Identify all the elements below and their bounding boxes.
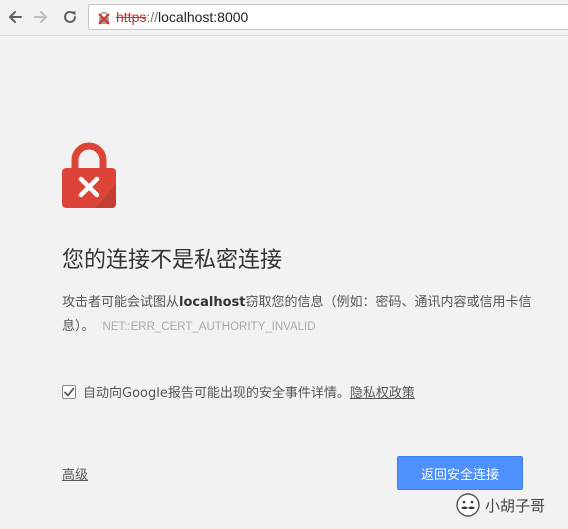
privacy-policy-link[interactable]: 隐私权政策 <box>350 382 415 401</box>
back-to-safety-button[interactable]: 返回安全连接 <box>397 456 523 490</box>
insecure-lock-icon[interactable] <box>97 10 111 25</box>
back-arrow-icon[interactable] <box>4 6 26 28</box>
error-description: 攻击者可能会试图从localhost窃取您的信息（例如：密码、通讯内容或信用卡信… <box>62 291 532 339</box>
watermark: 小胡子哥 <box>455 492 545 518</box>
advanced-link[interactable]: 高级 <box>62 464 88 483</box>
address-url: https://localhost:8000 <box>116 9 248 26</box>
address-bar[interactable]: https://localhost:8000 <box>88 4 568 30</box>
report-label: 自动向Google报告可能出现的安全事件详情。 <box>83 386 350 401</box>
description-prefix: 攻击者可能会试图从 <box>62 295 180 310</box>
page-title: 您的连接不是私密连接 <box>62 248 283 273</box>
error-code: NET::ERR_CERT_AUTHORITY_INVALID <box>102 321 316 333</box>
url-separator: :// <box>146 9 159 25</box>
checkmark-icon <box>64 387 75 396</box>
browser-toolbar: https://localhost:8000 <box>0 0 568 36</box>
forward-arrow-icon[interactable] <box>30 6 52 28</box>
reload-icon[interactable] <box>59 6 81 28</box>
watermark-text: 小胡子哥 <box>485 496 546 515</box>
mustache-face-icon <box>456 493 480 517</box>
report-option: 自动向Google报告可能出现的安全事件详情。 隐私权政策 <box>62 382 415 401</box>
report-checkbox[interactable] <box>62 384 76 399</box>
url-host: localhost:8000 <box>158 9 249 25</box>
error-lock-icon <box>62 142 116 208</box>
description-host: localhost <box>179 295 246 310</box>
url-scheme: https <box>116 9 147 25</box>
